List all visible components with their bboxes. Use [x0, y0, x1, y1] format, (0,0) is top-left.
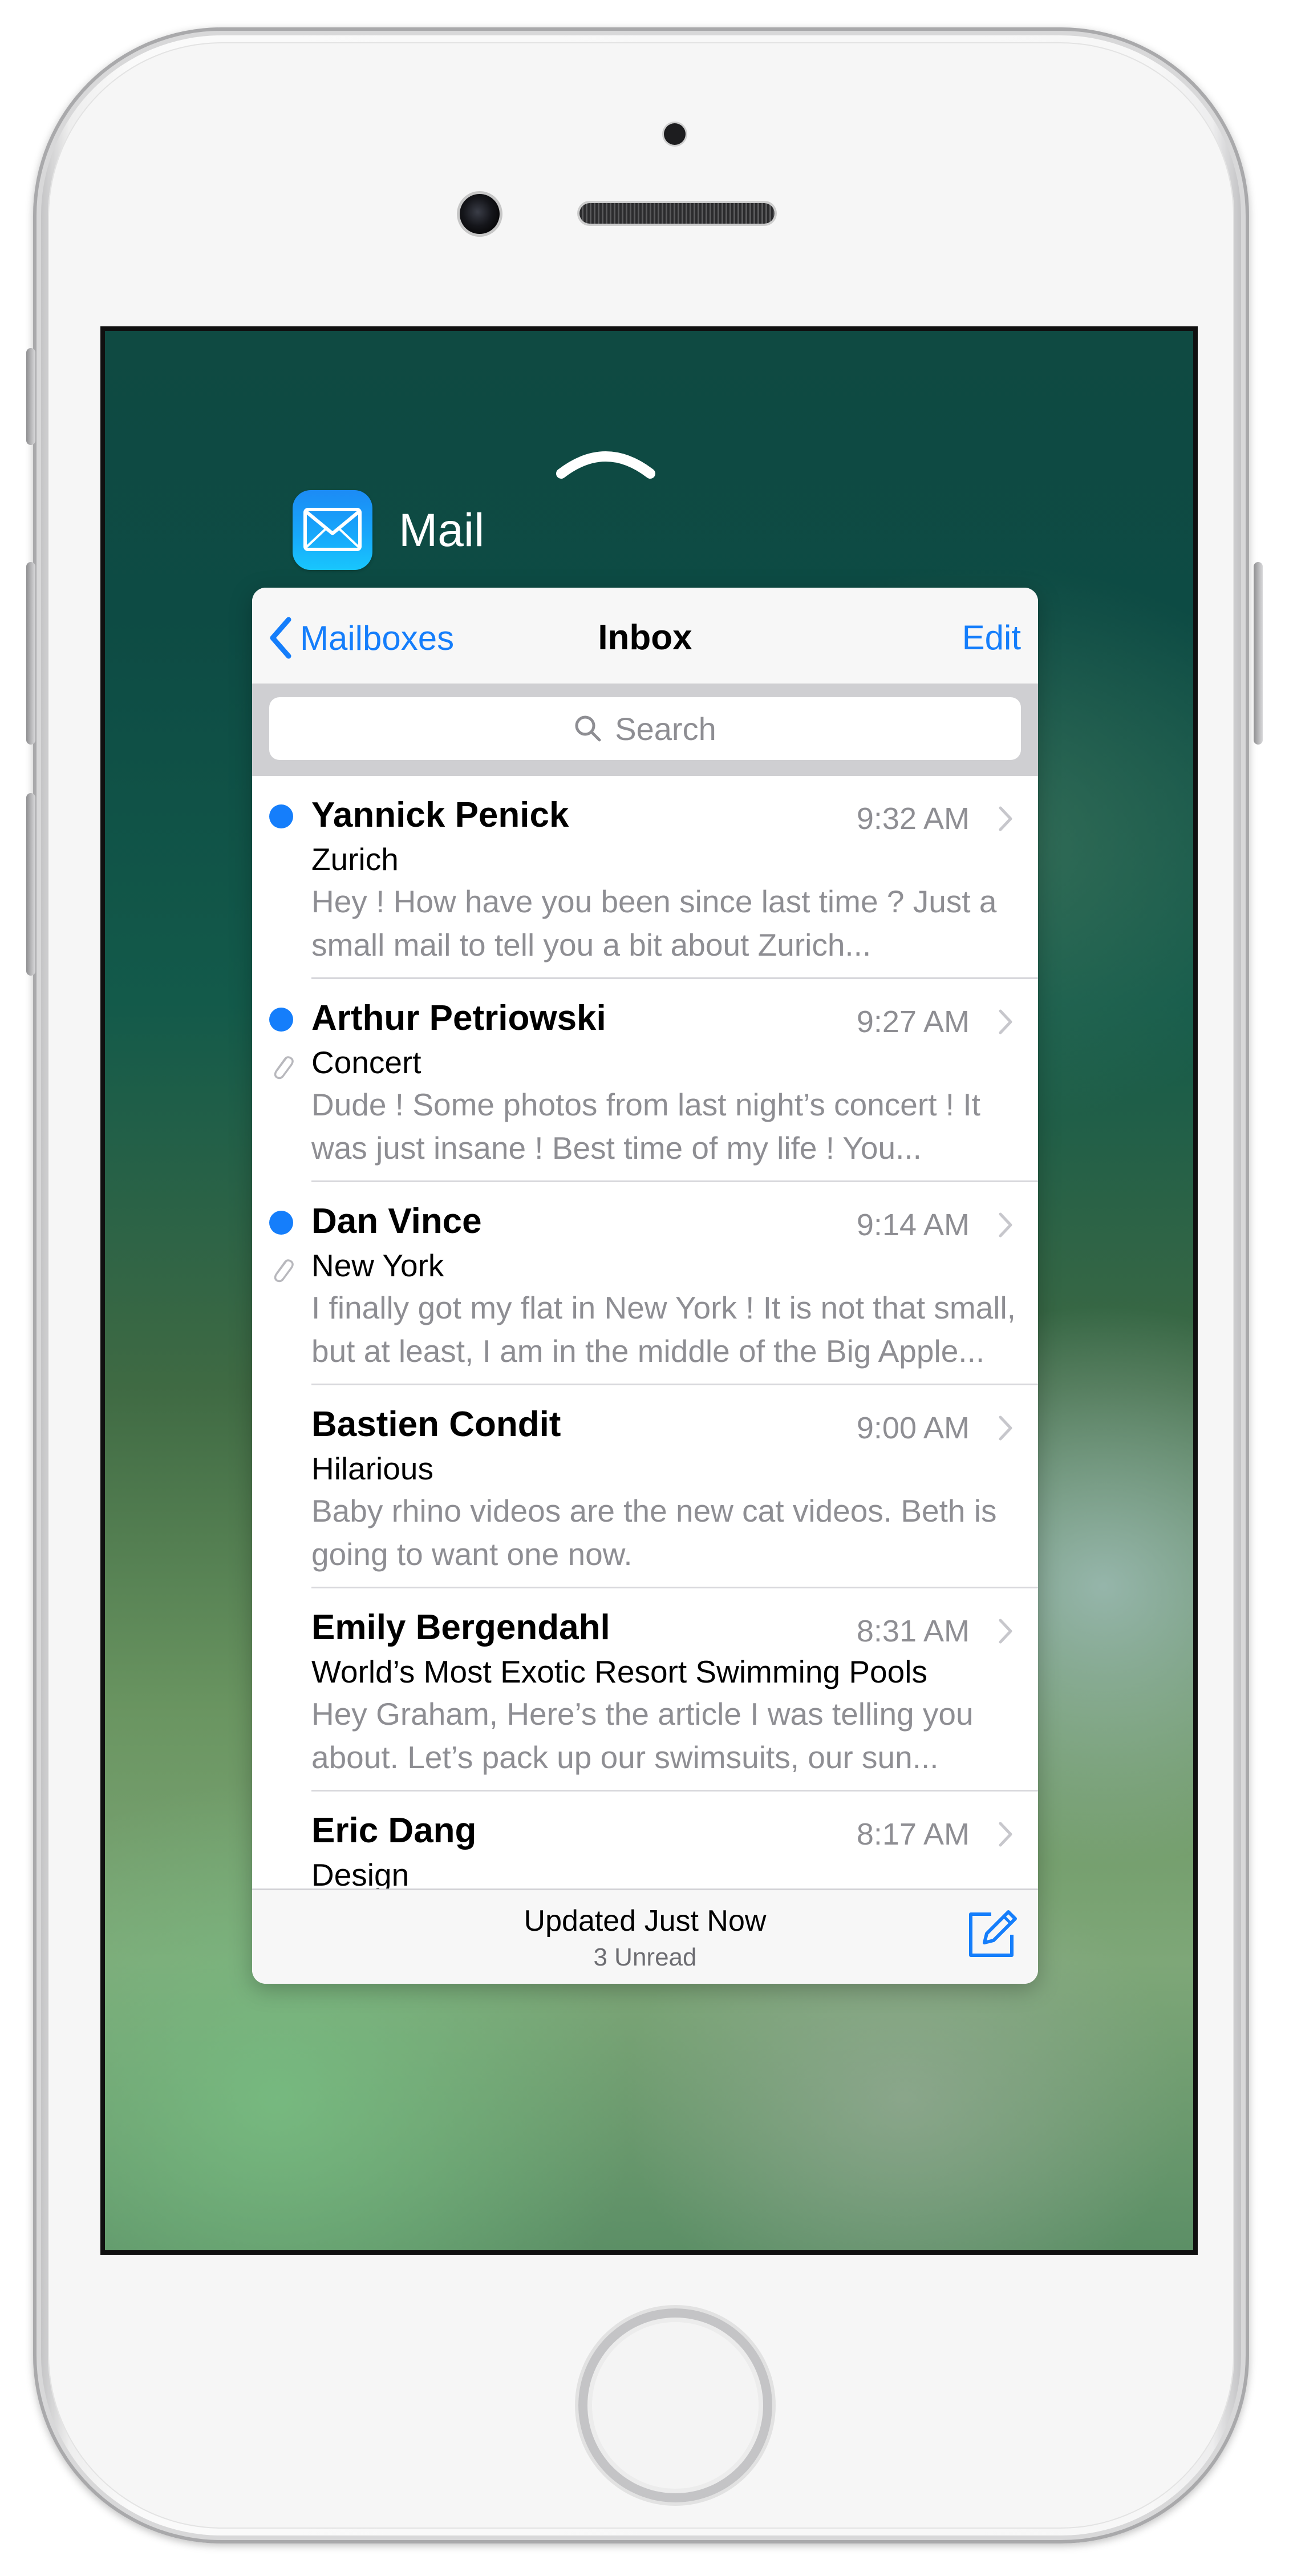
message-subject: World’s Most Exotic Resort Swimming Pool…	[311, 1654, 927, 1689]
message-subject: Design	[311, 1857, 410, 1888]
proximity-sensor	[664, 123, 686, 145]
paperclip-icon	[274, 1056, 294, 1079]
update-status: Updated Just Now	[524, 1904, 767, 1938]
preview-line: about. Let’s pack up our swimsuits, our …	[311, 1740, 939, 1775]
mail-app-icon[interactable]	[293, 490, 372, 570]
chevron-right-icon	[999, 1416, 1012, 1441]
chevron-right-icon	[999, 1822, 1012, 1847]
search-input[interactable]: Search	[269, 697, 1021, 760]
chevron-right-icon	[999, 1212, 1012, 1238]
preview-line: Hey Graham, Here’s the article I was tel…	[311, 1696, 974, 1732]
message-sender: Yannick Penick	[311, 795, 569, 835]
chevron-right-icon	[999, 1009, 1012, 1034]
message-preview: Hey Graham, Here’s the article I was tel…	[311, 1692, 1015, 1779]
preview-line: I finally got my flat in New York ! It i…	[311, 1290, 1015, 1325]
message-subject: Hilarious	[311, 1451, 433, 1486]
message-row[interactable]: Arthur Petriowski 9:27 AM Concert Dude !…	[252, 979, 1038, 1182]
message-row[interactable]: Emily Bergendahl 8:31 AM World’s Most Ex…	[252, 1588, 1038, 1792]
preview-line: Dude ! Some photos from last night’s con…	[311, 1087, 980, 1122]
compose-icon[interactable]	[964, 1907, 1019, 1962]
swipe-up-chevron-icon[interactable]	[554, 442, 657, 482]
mail-app-card[interactable]: Mailboxes Inbox Edit Search Yannick Peni…	[252, 588, 1038, 1984]
front-camera	[460, 194, 500, 234]
message-preview: I finally got my flat in New York ! It i…	[311, 1286, 1015, 1373]
navigation-bar: Mailboxes Inbox Edit	[252, 588, 1038, 684]
preview-line: small mail to tell you a bit about Zuric…	[311, 927, 872, 963]
search-placeholder: Search	[615, 710, 716, 747]
device-stage: Mail Mailboxes Inbox Edit Search Yannick…	[0, 0, 1289, 2576]
preview-line: going to want one now.	[311, 1536, 633, 1572]
message-preview: Dude ! Some photos from last night’s con…	[311, 1083, 1015, 1170]
message-subject: Concert	[311, 1045, 421, 1080]
unread-indicator	[269, 804, 293, 828]
search-bar: Search	[252, 684, 1038, 776]
preview-line: Hey ! How have you been since last time …	[311, 884, 997, 919]
power-button	[1254, 562, 1263, 745]
message-time: 8:17 AM	[856, 1817, 970, 1851]
message-sender: Emily Bergendahl	[311, 1608, 610, 1647]
search-icon	[575, 715, 601, 742]
message-time: 9:00 AM	[856, 1411, 970, 1445]
unread-indicator	[269, 1008, 293, 1032]
message-time: 9:32 AM	[856, 802, 970, 836]
message-row[interactable]: Dan Vince 9:14 AM New York I finally got…	[252, 1182, 1038, 1385]
chevron-right-icon	[999, 1619, 1012, 1644]
preview-line: but at least, I am in the middle of the …	[311, 1333, 985, 1369]
mute-switch	[26, 348, 35, 445]
paperclip-icon	[274, 1259, 294, 1283]
message-time: 8:31 AM	[856, 1614, 970, 1648]
bottom-toolbar: Updated Just Now 3 Unread	[252, 1888, 1038, 1984]
message-preview: Hey ! How have you been since last time …	[311, 880, 1015, 966]
message-subject: Zurich	[311, 842, 399, 877]
message-sender: Arthur Petriowski	[311, 998, 606, 1038]
unread-count: 3 Unread	[593, 1943, 697, 1971]
home-button[interactable]	[578, 2308, 772, 2502]
app-switcher-screen: Mail Mailboxes Inbox Edit Search Yannick…	[100, 326, 1198, 2255]
message-sender: Dan Vince	[311, 1202, 482, 1241]
preview-line: Baby rhino videos are the new cat videos…	[311, 1493, 997, 1528]
message-subject: New York	[311, 1248, 444, 1283]
message-sender: Bastien Condit	[311, 1405, 561, 1444]
message-list: Yannick Penick 9:32 AM Zurich Hey ! How …	[252, 776, 1038, 1888]
message-time: 9:14 AM	[856, 1208, 970, 1242]
message-sender: Eric Dang	[311, 1811, 477, 1850]
chevron-right-icon	[999, 806, 1012, 831]
page-title: Inbox	[598, 618, 692, 657]
message-row[interactable]: Bastien Condit 9:00 AM Hilarious Baby rh…	[252, 1385, 1038, 1588]
message-time: 9:27 AM	[856, 1005, 970, 1039]
volume-up-button	[26, 562, 35, 745]
unread-indicator	[269, 1211, 293, 1235]
volume-down-button	[26, 793, 35, 976]
edit-button[interactable]: Edit	[962, 615, 1021, 661]
message-row[interactable]: Eric Dang 8:17 AM Design	[252, 1792, 1038, 1888]
mail-envelope-icon	[303, 508, 362, 551]
message-row[interactable]: Yannick Penick 9:32 AM Zurich Hey ! How …	[252, 776, 1038, 979]
message-preview: Baby rhino videos are the new cat videos…	[311, 1489, 1015, 1576]
earpiece-speaker	[579, 203, 775, 224]
preview-line: was just insane ! Best time of my life !…	[311, 1130, 922, 1166]
app-name-label: Mail	[399, 504, 485, 556]
